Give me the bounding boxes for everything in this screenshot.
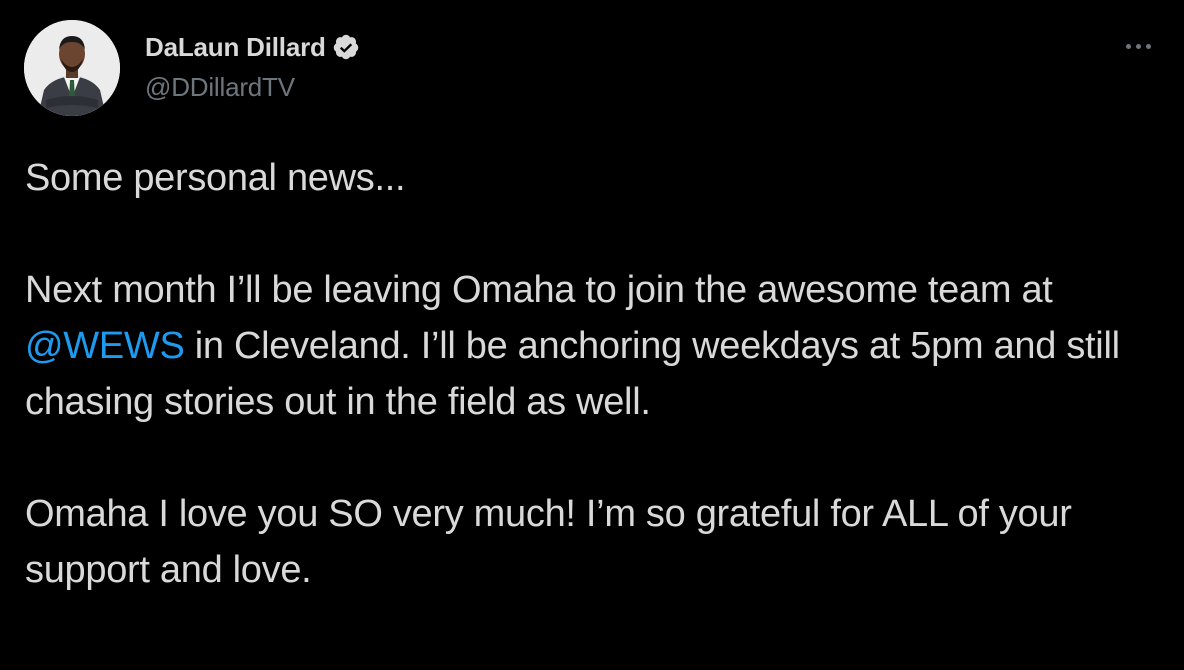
verified-badge-icon <box>333 34 358 60</box>
author-name-row[interactable]: DaLaun Dillard <box>145 30 360 64</box>
tweet-paragraph-2: Next month I’ll be leaving Omaha to join… <box>25 262 1155 430</box>
tweet-card: DaLaun Dillard @DDillardTV Some personal… <box>0 0 1184 670</box>
author-name[interactable]: DaLaun Dillard <box>145 32 326 63</box>
tweet-paragraph-2-start: Next month I’ll be leaving Omaha to join… <box>25 269 1053 311</box>
profile-photo-icon <box>24 20 120 116</box>
tweet-paragraph-3: Omaha I love you SO very much! I’m so gr… <box>25 493 1072 591</box>
tweet-paragraph-2-end: in Cleveland. I’ll be anchoring weekdays… <box>25 325 1120 423</box>
tweet-line-1: Some personal news... <box>25 157 406 199</box>
more-horizontal-icon <box>1125 43 1131 49</box>
avatar[interactable] <box>24 20 120 116</box>
tweet-text: Some personal news... Next month I’ll be… <box>25 150 1155 598</box>
mention-link[interactable]: @WEWS <box>25 325 185 367</box>
author-handle[interactable]: @DDillardTV <box>145 72 295 103</box>
more-horizontal-icon-dot <box>1135 43 1141 49</box>
more-options-button[interactable] <box>1118 36 1158 56</box>
more-horizontal-icon-dot <box>1145 43 1151 49</box>
